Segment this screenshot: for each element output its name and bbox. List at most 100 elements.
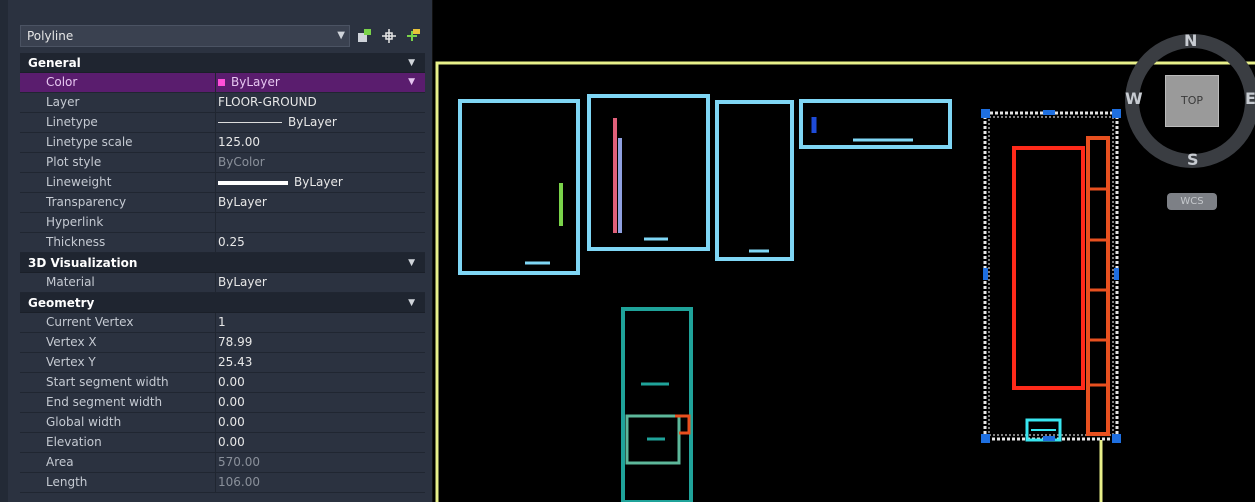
chevron-down-icon: ▼: [337, 30, 345, 41]
linetype-preview: [218, 122, 282, 123]
property-value: ByLayer: [294, 175, 343, 189]
property-value: [218, 213, 425, 232]
property-value: 0.00: [218, 415, 245, 429]
property-value: ByLayer: [231, 75, 280, 89]
property-label: Transparency: [20, 193, 216, 212]
grip-handle: [1112, 109, 1121, 118]
property-row-material[interactable]: Material ByLayer: [20, 273, 425, 293]
property-value: 1: [218, 315, 226, 329]
lineweight-preview: [218, 180, 288, 185]
object-type-dropdown[interactable]: Polyline ▼: [20, 25, 350, 47]
select-objects-icon[interactable]: [380, 27, 398, 45]
property-label: Hyperlink: [20, 213, 216, 232]
grip-midpoint: [1043, 436, 1055, 441]
chevron-down-icon[interactable]: ▼: [408, 73, 415, 92]
ucs-label: WCS: [1180, 196, 1204, 207]
property-row-length: Length 106.00: [20, 473, 425, 493]
object-type-value: Polyline: [27, 29, 74, 43]
section-general-label: General: [28, 56, 81, 70]
property-label: Plot style: [20, 153, 216, 172]
property-row-layer[interactable]: Layer FLOOR-GROUND: [20, 93, 425, 113]
property-value: ByLayer: [218, 275, 267, 289]
property-label: Global width: [20, 413, 216, 432]
ucs-menu-button[interactable]: WCS: [1167, 193, 1217, 210]
section-geometry[interactable]: Geometry ▼: [20, 293, 425, 313]
property-value: FLOOR-GROUND: [218, 95, 317, 109]
section-visualization-label: 3D Visualization: [28, 256, 138, 270]
property-row-elevation[interactable]: Elevation 0.00: [20, 433, 425, 453]
shelf-column: [1086, 136, 1110, 436]
section-geometry-label: Geometry: [28, 296, 95, 310]
property-value: 106.00: [218, 475, 260, 489]
chevron-down-icon: ▼: [408, 298, 415, 308]
property-row-global-width[interactable]: Global width 0.00: [20, 413, 425, 433]
drawing-canvas[interactable]: [433, 0, 1255, 502]
property-value: 570.00: [218, 455, 260, 469]
property-label: Start segment width: [20, 373, 216, 392]
compass-south[interactable]: S: [1187, 150, 1199, 169]
property-row-plot-style[interactable]: Plot style ByColor: [20, 153, 425, 173]
property-value: ByLayer: [288, 115, 337, 129]
property-value: 25.43: [218, 355, 253, 369]
property-label: Elevation: [20, 433, 216, 452]
property-row-end-segment-width[interactable]: End segment width 0.00: [20, 393, 425, 413]
quick-select-icon[interactable]: [356, 27, 374, 45]
property-row-lineweight[interactable]: Lineweight ByLayer: [20, 173, 425, 193]
grip-handle: [981, 109, 990, 118]
property-label: Vertex Y: [20, 353, 216, 372]
property-label: Thickness: [20, 233, 216, 252]
property-label: Material: [20, 273, 216, 292]
property-label: Vertex X: [20, 333, 216, 352]
grip-handle: [1112, 434, 1121, 443]
chevron-down-icon: ▼: [408, 58, 415, 68]
property-label: Length: [20, 473, 216, 492]
property-row-current-vertex[interactable]: Current Vertex 1: [20, 313, 425, 333]
property-label: Layer: [20, 93, 216, 112]
section-general[interactable]: General ▼: [20, 53, 425, 73]
property-label: Lineweight: [20, 173, 216, 192]
property-row-area: Area 570.00: [20, 453, 425, 473]
grip-handle: [981, 434, 990, 443]
selected-polyline: [983, 111, 1119, 441]
property-value: ByLayer: [218, 195, 267, 209]
toggle-pickadd-icon[interactable]: [404, 27, 422, 45]
property-row-transparency[interactable]: Transparency ByLayer: [20, 193, 425, 213]
property-row-vertex-y[interactable]: Vertex Y 25.43: [20, 353, 425, 373]
property-grid: General ▼ Color ByLayer ▼ Layer FLOOR-GR…: [20, 53, 425, 493]
compass-east[interactable]: E: [1245, 89, 1255, 108]
palette-edge[interactable]: [0, 0, 8, 502]
property-row-linetype-scale[interactable]: Linetype scale 125.00: [20, 133, 425, 153]
property-row-linetype[interactable]: Linetype ByLayer: [20, 113, 425, 133]
compass-north[interactable]: N: [1184, 31, 1197, 50]
property-value: 0.25: [218, 235, 245, 249]
object-selector-row: Polyline ▼: [20, 25, 425, 47]
property-value: 0.00: [218, 435, 245, 449]
viewcube-top-face[interactable]: TOP: [1165, 75, 1219, 127]
property-row-color[interactable]: Color ByLayer ▼: [20, 73, 425, 93]
compass-west[interactable]: W: [1125, 89, 1143, 108]
fixture-box: [587, 94, 710, 251]
property-label: Area: [20, 453, 216, 472]
property-row-hyperlink[interactable]: Hyperlink: [20, 213, 425, 233]
property-value: 78.99: [218, 335, 253, 349]
cabinet-detail: [675, 414, 691, 435]
fixture-box: [715, 100, 794, 261]
property-label: Current Vertex: [20, 313, 216, 332]
grip-midpoint: [983, 268, 988, 280]
shelf-frame: [1012, 146, 1085, 390]
chevron-down-icon: ▼: [408, 258, 415, 268]
property-value: ByColor: [218, 155, 265, 169]
section-3d-visualization[interactable]: 3D Visualization ▼: [20, 253, 425, 273]
property-row-thickness[interactable]: Thickness 0.25: [20, 233, 425, 253]
cabinet-box: [621, 307, 693, 502]
grip-midpoint: [1043, 110, 1055, 115]
grip-midpoint: [1114, 268, 1119, 280]
color-swatch-icon: [218, 79, 225, 86]
drawing-viewport[interactable]: TOP N S W E WCS: [433, 0, 1255, 502]
property-row-start-segment-width[interactable]: Start segment width 0.00: [20, 373, 425, 393]
property-label: Linetype: [20, 113, 216, 132]
property-label: End segment width: [20, 393, 216, 412]
property-value: 0.00: [218, 375, 245, 389]
property-value: 125.00: [218, 135, 260, 149]
property-row-vertex-x[interactable]: Vertex X 78.99: [20, 333, 425, 353]
